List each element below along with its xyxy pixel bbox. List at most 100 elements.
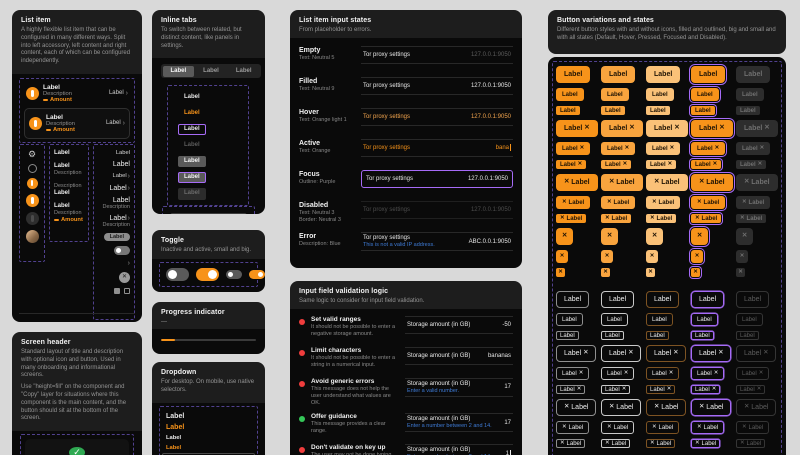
filled-label-icon-button-disabled[interactable]: Label ✕ <box>736 120 778 137</box>
outlined-label-button-focused[interactable]: Label <box>691 331 714 340</box>
storage-input[interactable]: Storage amount (in GB)Enter a number bet… <box>405 413 513 433</box>
filled-icon-button-default[interactable]: ✕ <box>556 228 573 245</box>
filled-label-button-default[interactable]: Label <box>556 106 580 115</box>
right-link-desc[interactable]: Label › Description <box>102 215 130 228</box>
filled-label-icon-button-focused[interactable]: Label ✕ <box>691 160 722 169</box>
filled-icon-button-disabled[interactable]: ✕ <box>736 228 753 245</box>
outlined-label-button-pressed[interactable]: Label <box>646 331 669 340</box>
filled-icon-button-focused[interactable]: ✕ <box>691 250 703 263</box>
filled-icon-label-button-focused[interactable]: ✕ Label <box>691 196 726 209</box>
outlined-label-button-disabled[interactable]: Label <box>736 331 759 340</box>
outlined-label-button-hover[interactable]: Label <box>601 313 628 326</box>
outlined-label-icon-button-default[interactable]: Label ✕ <box>556 385 586 394</box>
proxy-input-empty[interactable]: Tor proxy settings 127.0.0.1:9050 <box>361 45 513 64</box>
filled-label-icon-button-default[interactable]: Label ✕ <box>556 142 591 155</box>
filled-icon-label-button-pressed[interactable]: ✕ Label <box>646 214 677 223</box>
outlined-label-icon-button-disabled[interactable]: Label ✕ <box>736 385 766 394</box>
outlined-icon-label-button-default[interactable]: ✕ Label <box>556 439 586 448</box>
outlined-label-icon-button-disabled[interactable]: Label ✕ <box>736 345 777 362</box>
tab-state-selected[interactable]: Label <box>178 155 206 168</box>
storage-input[interactable]: Storage amount (in GB) bananas <box>405 346 513 365</box>
outlined-label-icon-button-pressed[interactable]: Label ✕ <box>646 345 687 362</box>
outlined-label-button-hover[interactable]: Label <box>601 291 635 308</box>
filled-icon-label-button-default[interactable]: ✕ Label <box>556 214 587 223</box>
filled-label-button-pressed[interactable]: Label <box>646 66 681 83</box>
outlined-label-button-default[interactable]: Label <box>556 291 590 308</box>
chevron-right-icon[interactable]: › <box>128 260 130 267</box>
outlined-label-icon-button-pressed[interactable]: Label ✕ <box>646 385 676 394</box>
radio-icon[interactable] <box>27 163 37 173</box>
outlined-label-icon-button-default[interactable]: Label ✕ <box>556 345 597 362</box>
right-link[interactable]: Label › <box>102 215 130 222</box>
filled-icon-label-button-hover[interactable]: ✕ Label <box>601 214 632 223</box>
filled-label-icon-button-pressed[interactable]: Label ✕ <box>646 120 688 137</box>
filled-icon-label-button-hover[interactable]: ✕ Label <box>601 196 636 209</box>
filled-label-icon-button-default[interactable]: Label ✕ <box>556 160 587 169</box>
filled-icon-label-button-disabled[interactable]: ✕ Label <box>736 174 778 191</box>
filled-label-button-pressed[interactable]: Label <box>646 88 674 101</box>
dropdown-option[interactable]: Label <box>166 445 181 451</box>
filled-icon-button-focused[interactable]: ✕ <box>691 268 700 277</box>
outlined-icon-label-button-pressed[interactable]: ✕ Label <box>646 439 676 448</box>
toggle[interactable] <box>114 245 130 255</box>
filled-label-icon-button-hover[interactable]: Label ✕ <box>601 142 636 155</box>
filled-label-button-hover[interactable]: Label <box>601 88 629 101</box>
proxy-input-active[interactable]: Tor proxy settings bana <box>361 138 513 157</box>
filled-icon-label-button-default[interactable]: ✕ Label <box>556 196 591 209</box>
filled-icon-button-pressed[interactable]: ✕ <box>646 250 658 263</box>
outlined-label-button-disabled[interactable]: Label <box>736 291 770 308</box>
proxy-input-focus[interactable]: Tor proxy settings 127.0.0.1:9050 <box>361 169 513 188</box>
filled-icon-button-pressed[interactable]: ✕ <box>646 268 655 277</box>
outlined-icon-label-button-focused[interactable]: ✕ Label <box>691 399 732 416</box>
proxy-input-disabled[interactable]: Tor proxy settings 127.0.0.1:9050 <box>361 200 513 219</box>
outlined-icon-label-button-hover[interactable]: ✕ Label <box>601 439 631 448</box>
outlined-label-icon-button-default[interactable]: Label ✕ <box>556 367 590 380</box>
outlined-icon-label-button-hover[interactable]: ✕ Label <box>601 399 642 416</box>
filled-label-button-focused[interactable]: Label <box>691 88 719 101</box>
list-item[interactable]: Label Description Amount Label › <box>27 112 127 135</box>
tab[interactable]: Label <box>162 65 195 77</box>
tab[interactable]: Label <box>228 66 260 77</box>
dropdown-option[interactable]: Label <box>166 435 181 441</box>
filled-icon-label-button-disabled[interactable]: ✕ Label <box>736 214 767 223</box>
filled-label-button-focused[interactable]: Label <box>691 66 726 83</box>
outlined-label-icon-button-pressed[interactable]: Label ✕ <box>646 367 680 380</box>
filled-icon-label-button-default[interactable]: ✕ Label <box>556 174 598 191</box>
filled-label-button-focused[interactable]: Label <box>691 106 715 115</box>
filled-icon-button-hover[interactable]: ✕ <box>601 250 613 263</box>
filled-label-button-default[interactable]: Label <box>556 88 584 101</box>
filled-icon-label-button-focused[interactable]: ✕ Label <box>691 214 722 223</box>
outlined-icon-label-button-default[interactable]: ✕ Label <box>556 421 590 434</box>
filled-icon-label-button-focused[interactable]: ✕ Label <box>691 174 733 191</box>
outlined-icon-label-button-hover[interactable]: ✕ Label <box>601 421 635 434</box>
filled-label-button-hover[interactable]: Label <box>601 106 625 115</box>
dropdown-option[interactable]: Label <box>166 413 184 420</box>
outlined-icon-label-button-focused[interactable]: ✕ Label <box>691 439 721 448</box>
outlined-label-button-focused[interactable]: Label <box>691 291 725 308</box>
filled-label-icon-button-pressed[interactable]: Label ✕ <box>646 160 677 169</box>
storage-input[interactable]: Storage amount (in GB)Enter a number bet… <box>405 444 513 455</box>
filled-icon-button-default[interactable]: ✕ <box>556 250 568 263</box>
filled-icon-button-pressed[interactable]: ✕ <box>646 228 663 245</box>
tab-state-default[interactable]: Label <box>178 91 206 103</box>
toggle-sm-on[interactable] <box>249 269 265 279</box>
filled-label-icon-button-default[interactable]: Label ✕ <box>556 120 598 137</box>
outlined-label-icon-button-focused[interactable]: Label ✕ <box>691 345 732 362</box>
filled-icon-button-hover[interactable]: ✕ <box>601 228 618 245</box>
filled-icon-label-button-disabled[interactable]: ✕ Label <box>736 196 771 209</box>
outlined-icon-label-button-pressed[interactable]: ✕ Label <box>646 399 687 416</box>
filled-label-button-pressed[interactable]: Label <box>646 106 670 115</box>
outlined-label-icon-button-hover[interactable]: Label ✕ <box>601 367 635 380</box>
outlined-label-icon-button-disabled[interactable]: Label ✕ <box>736 367 770 380</box>
toggle-lg-off[interactable] <box>166 267 189 281</box>
outlined-label-icon-button-focused[interactable]: Label ✕ <box>691 385 721 394</box>
filled-label-button-hover[interactable]: Label <box>601 66 636 83</box>
storage-input[interactable]: Storage amount (in GB) -50 <box>405 315 513 334</box>
outlined-label-button-hover[interactable]: Label <box>601 331 624 340</box>
outlined-label-button-pressed[interactable]: Label <box>646 291 680 308</box>
filled-icon-button-default[interactable]: ✕ <box>556 268 565 277</box>
dropdown-option[interactable]: Label <box>166 424 184 431</box>
proxy-input-error[interactable]: Tor proxy settings This is not a valid IP… <box>361 232 513 252</box>
proxy-input-filled[interactable]: Tor proxy settings 127.0.0.1:9050 <box>361 76 513 95</box>
filled-label-button-disabled[interactable]: Label <box>736 66 771 83</box>
